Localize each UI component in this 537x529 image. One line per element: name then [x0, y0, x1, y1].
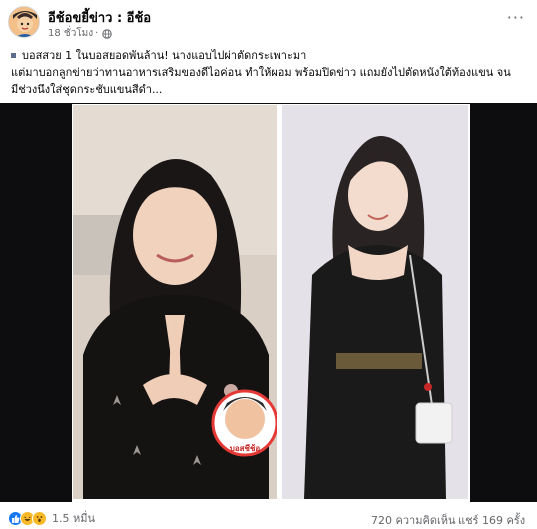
post-time[interactable]: 18 ชั่วโมง — [48, 26, 93, 41]
comment-count[interactable]: 720 ความคิดเห็น — [371, 511, 456, 529]
caption-line-3: มีช่วงนึงใส่ชุดกระชับแขนสีดำ... — [11, 83, 163, 96]
post-photo-collage[interactable]: บอสชีช้อ — [72, 104, 470, 502]
share-count[interactable]: แชร์ 169 ครั้ง — [458, 511, 525, 529]
watermark-label: บอสชีช้อ — [229, 444, 261, 453]
post-caption: บอสสวย 1 ในบอสยอดพันล้าน! นางแอบไปผ่าตัด… — [11, 47, 531, 98]
post-footer: 1.5 หมื่น 720 ความคิดเห็น แชร์ 169 ครั้ง — [0, 505, 537, 528]
before-photo-illustration — [73, 105, 277, 499]
reaction-summary[interactable]: 1.5 หมื่น — [8, 509, 95, 527]
before-photo[interactable]: บอสชีช้อ — [73, 105, 277, 499]
avatar-illustration — [9, 7, 39, 37]
bullet-icon — [11, 53, 16, 58]
caption-line-2: แต่มาบอกลูกข่ายว่าทานอาหารเสริมของดีไอค่… — [11, 66, 511, 79]
reaction-count[interactable]: 1.5 หมื่น — [52, 509, 95, 527]
page-name[interactable]: อีช้อขยี้ข่าว : อีช้อ — [48, 7, 151, 28]
caption-line-1: บอสสวย 1 ในบอสยอดพันล้าน! นางแอบไปผ่าตัด… — [11, 47, 531, 64]
globe-icon — [102, 28, 113, 39]
after-photo-illustration — [282, 105, 468, 499]
post-header: อีช้อขยี้ข่าว : อีช้อ 18 ชั่วโมง · ··· — [0, 0, 537, 44]
meta-separator: · — [95, 28, 99, 39]
more-options-icon[interactable]: ··· — [507, 10, 525, 26]
after-photo[interactable] — [282, 105, 468, 499]
page-avatar[interactable] — [8, 6, 40, 38]
post-meta: 18 ชั่วโมง · — [48, 26, 113, 41]
caption-line-1-text: บอสสวย 1 ในบอสยอดพันล้าน! นางแอบไปผ่าตัด… — [22, 49, 307, 62]
wow-icon — [32, 510, 47, 526]
